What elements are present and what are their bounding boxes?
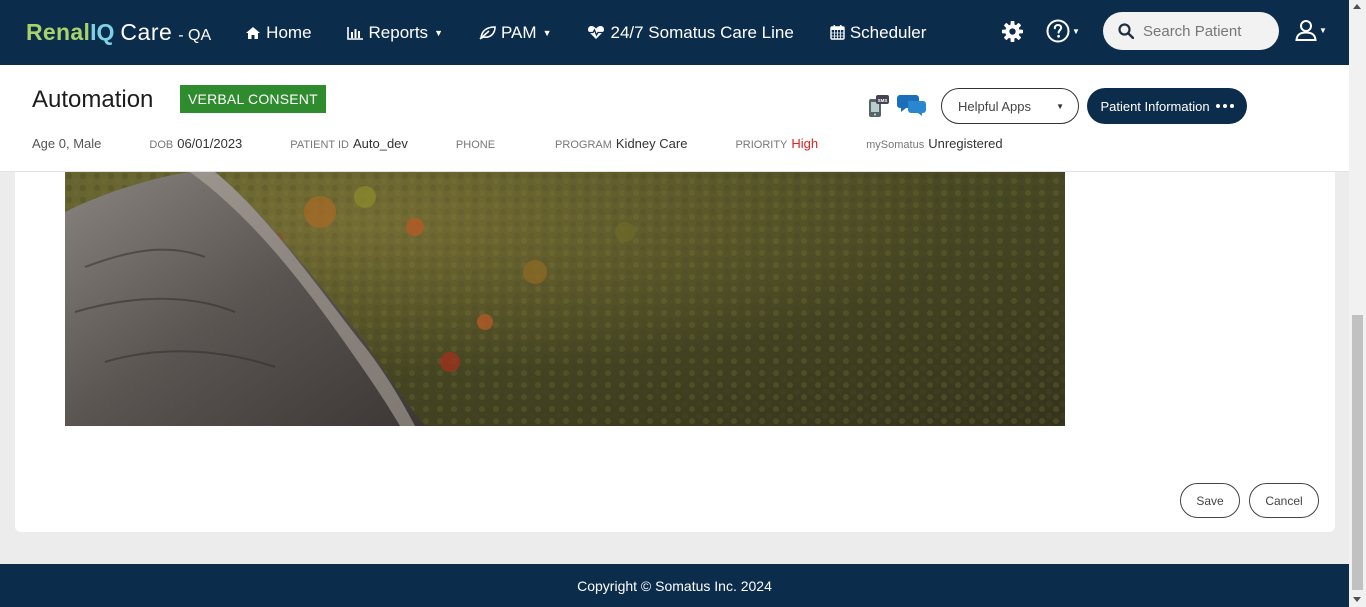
chevron-down-icon: ▼ <box>1319 25 1327 35</box>
scrollbar-thumb[interactable] <box>1352 315 1363 590</box>
nav-care-line-label: 24/7 Somatus Care Line <box>610 22 794 42</box>
program-value: Kidney Care <box>615 136 688 151</box>
mysomatus-field: mySomatus Unregistered <box>866 136 1003 151</box>
settings-button[interactable] <box>1001 20 1024 43</box>
patient-meta-row: Age 0, Male DOB 06/01/2023 PATIENT ID Au… <box>32 136 1003 151</box>
nav-reports-label: Reports <box>368 22 429 42</box>
landscape-photo <box>65 172 1065 426</box>
brand-care: Care <box>120 19 173 45</box>
nav-care-line[interactable]: 24/7 Somatus Care Line <box>587 22 794 43</box>
forest-cliff-image <box>65 172 1065 426</box>
patient-header: Automation VERBAL CONSENT SMS Helpful Ap… <box>0 65 1349 172</box>
phone-label: PHONE <box>455 139 496 151</box>
program-field: PROGRAM Kidney Care <box>555 136 687 151</box>
user-menu-button[interactable]: ▼ <box>1294 18 1327 42</box>
top-navbar: Renal IQ Care - QA Home Reports ▼ PAM ▼ 2… <box>0 0 1349 65</box>
bar-chart-icon <box>346 26 363 40</box>
helpful-apps-dropdown[interactable]: Helpful Apps ▼ <box>941 88 1079 124</box>
scroll-up-arrow-icon[interactable] <box>1353 4 1361 9</box>
sms-label: SMS <box>878 98 888 103</box>
brand-iq: IQ <box>90 19 115 45</box>
verbal-consent-badge: VERBAL CONSENT <box>180 85 326 113</box>
search-icon <box>1118 23 1134 39</box>
patient-information-label: Patient Information <box>1100 98 1210 114</box>
help-menu-button[interactable]: ▼ <box>1046 19 1080 43</box>
nav-pam-label: PAM <box>500 22 537 42</box>
cancel-button[interactable]: Cancel <box>1249 483 1319 518</box>
dob-label: DOB <box>149 139 174 151</box>
calendar-icon <box>830 25 845 40</box>
dob-value: 06/01/2023 <box>177 136 243 151</box>
program-label: PROGRAM <box>555 139 612 151</box>
nav-home-label: Home <box>266 22 312 42</box>
nav-home[interactable]: Home <box>245 22 312 43</box>
sms-phone-icon: SMS <box>869 95 889 117</box>
heartbeat-icon <box>588 26 605 39</box>
comments-icon <box>897 95 926 116</box>
nav-reports[interactable]: Reports ▼ <box>346 22 443 43</box>
chat-button[interactable] <box>897 93 927 122</box>
chevron-down-icon: ▼ <box>434 27 443 38</box>
content-card: Save Cancel <box>15 172 1335 532</box>
priority-field: PRIORITY High <box>735 136 818 151</box>
nav-pam[interactable]: PAM ▼ <box>479 22 552 43</box>
patient-name: Automation <box>32 86 154 113</box>
footer: Copyright © Somatus Inc. 2024 <box>0 564 1349 607</box>
home-icon <box>246 26 261 39</box>
brand-logo[interactable]: Renal IQ Care - QA <box>26 19 211 46</box>
app-root: Renal IQ Care - QA Home Reports ▼ PAM ▼ 2… <box>0 0 1366 607</box>
patient-search[interactable] <box>1103 12 1279 50</box>
copyright-text: Copyright © Somatus Inc. 2024 <box>577 577 772 594</box>
dob-field: DOB 06/01/2023 <box>149 136 242 151</box>
sms-button[interactable]: SMS <box>868 94 890 123</box>
mysomatus-value: Unregistered <box>928 136 1003 151</box>
helpful-apps-label: Helpful Apps <box>958 98 1031 114</box>
mysomatus-label: mySomatus <box>866 139 925 151</box>
leaf-icon <box>479 25 496 40</box>
brand-environment: - QA <box>178 27 212 44</box>
priority-label: PRIORITY <box>735 139 788 151</box>
page-scrollbar[interactable] <box>1349 0 1366 607</box>
scroll-down-arrow-icon[interactable] <box>1353 597 1361 602</box>
patient-information-button[interactable]: Patient Information <box>1087 88 1247 124</box>
ellipsis-icon <box>1215 104 1234 108</box>
search-input[interactable] <box>1143 22 1268 40</box>
patient-id-field: PATIENT ID Auto_dev <box>290 136 408 151</box>
chevron-down-icon: ▼ <box>1072 26 1080 36</box>
age-gender: Age 0, Male <box>32 136 102 151</box>
save-button[interactable]: Save <box>1180 483 1240 518</box>
priority-value: High <box>791 136 819 151</box>
gear-icon <box>1001 20 1024 43</box>
nav-scheduler-label: Scheduler <box>849 22 927 42</box>
user-icon <box>1295 20 1317 41</box>
phone-field: PHONE <box>456 139 499 151</box>
patient-id-value: Auto_dev <box>352 136 408 151</box>
chevron-down-icon: ▼ <box>1056 101 1064 111</box>
chevron-down-icon: ▼ <box>542 27 552 38</box>
nav-scheduler[interactable]: Scheduler <box>830 22 927 43</box>
brand-renal: Renal <box>26 19 91 45</box>
patient-id-label: PATIENT ID <box>290 139 349 151</box>
question-circle-icon <box>1046 19 1070 43</box>
